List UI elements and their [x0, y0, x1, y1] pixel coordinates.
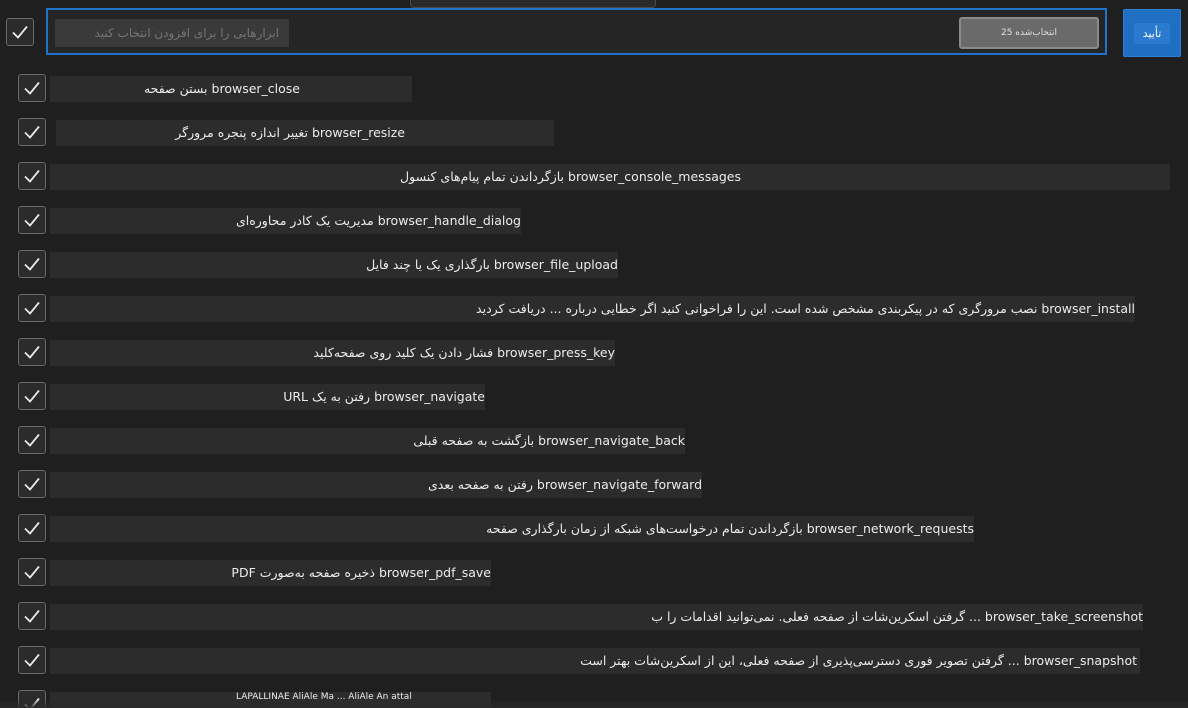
- checkmark-icon: [24, 301, 40, 315]
- tool-description: ... گرفتن اسکرین‌شات از صفحه فعلی. نمی‌ت…: [651, 609, 981, 624]
- tool-checkbox[interactable]: [18, 118, 46, 146]
- tool-checkbox[interactable]: [18, 426, 46, 454]
- drag-handle[interactable]: [410, 0, 656, 8]
- checkmark-icon: [24, 81, 40, 95]
- tool-description: رفتن به صفحه بعدی: [427, 477, 533, 492]
- checkmark-icon: [24, 345, 40, 359]
- tool-description: فشار دادن یک کلید روی صفحه‌کلید: [313, 345, 494, 360]
- checkmark-icon: [24, 521, 40, 535]
- tool-name: browser_close: [211, 81, 300, 96]
- checkmark-icon: [24, 125, 40, 139]
- select-all-checkbox[interactable]: [6, 18, 34, 46]
- tool-picker-page: 25 انتخاب‌شده تأیید بستن صفحه browser_cl…: [0, 0, 1188, 708]
- tool-description: بازگرداندن تمام درخواست‌های شبکه از زمان…: [486, 521, 803, 536]
- quick-pick-box: 25 انتخاب‌شده: [46, 8, 1107, 55]
- tool-description: بازگرداندن تمام پیام‌های کنسول: [400, 169, 565, 184]
- tool-label: تغییر اندازه پنجره مرورگر browser_resize: [175, 120, 405, 146]
- tool-name: browser_snapshot: [1023, 653, 1137, 668]
- tool-checkbox[interactable]: [18, 250, 46, 278]
- checkmark-icon: [24, 389, 40, 403]
- tool-description: بستن صفحه: [143, 81, 208, 96]
- ok-button-label: تأیید: [1133, 22, 1171, 44]
- tool-name: browser_handle_dialog: [377, 213, 521, 228]
- tool-checkbox[interactable]: [18, 206, 46, 234]
- tool-name: browser_take_screenshot: [984, 609, 1143, 624]
- tool-row[interactable]: فشار دادن یک کلید روی صفحه‌کلید browser_…: [0, 338, 1188, 368]
- tool-checkbox[interactable]: [18, 602, 46, 630]
- tool-checkbox[interactable]: [18, 162, 46, 190]
- tool-name: browser_pdf_save: [378, 565, 491, 580]
- ok-button[interactable]: تأیید: [1123, 9, 1181, 57]
- tool-name: browser_navigate: [374, 389, 485, 404]
- tool-row[interactable]: رفتن به یک URL browser_navigate: [0, 382, 1188, 412]
- tool-row[interactable]: ... گرفتن تصویر فوری دسترسی‌پذیری از صفح…: [0, 646, 1188, 676]
- tool-name: browser_press_key: [497, 345, 615, 360]
- tool-row[interactable]: رفتن به صفحه بعدی browser_navigate_forwa…: [0, 470, 1188, 500]
- tool-checkbox[interactable]: [18, 470, 46, 498]
- list-bottom-fade: [0, 700, 1188, 708]
- tool-description: بارگذاری یک یا چند فایل: [366, 257, 490, 272]
- tool-label: رفتن به یک URL browser_navigate: [283, 384, 485, 410]
- tool-label: بارگذاری یک یا چند فایل browser_file_upl…: [366, 252, 618, 278]
- tool-checkbox[interactable]: [18, 646, 46, 674]
- tool-name: browser_file_upload: [493, 257, 618, 272]
- checkmark-icon: [24, 169, 40, 183]
- tool-description: ... گرفتن تصویر فوری دسترسی‌پذیری از صفح…: [580, 653, 1020, 668]
- tool-row[interactable]: بازگشت به صفحه قبلی browser_navigate_bac…: [0, 426, 1188, 456]
- tool-name: browser_network_requests: [806, 521, 974, 536]
- tool-description: بازگشت به صفحه قبلی: [413, 433, 535, 448]
- tool-description: نصب مرورگری که در پیکربندی مشخص شده است.…: [476, 301, 1038, 316]
- checkmark-icon: [24, 565, 40, 579]
- checkmark-icon: [24, 477, 40, 491]
- tool-checkbox[interactable]: [18, 74, 46, 102]
- tool-label: ذخیره صفحه به‌صورت PDF browser_pdf_save: [231, 560, 491, 586]
- selected-count-badge: 25 انتخاب‌شده: [959, 17, 1099, 49]
- tool-name: browser_install: [1041, 301, 1135, 316]
- checkmark-icon: [24, 609, 40, 623]
- tool-description: رفتن به یک URL: [283, 389, 371, 404]
- tool-filter-input[interactable]: [55, 19, 289, 47]
- checkmark-icon: [24, 653, 40, 667]
- tool-checkbox[interactable]: [18, 338, 46, 366]
- tool-row[interactable]: بارگذاری یک یا چند فایل browser_file_upl…: [0, 250, 1188, 280]
- tool-row[interactable]: بازگرداندن تمام درخواست‌های شبکه از زمان…: [0, 514, 1188, 544]
- tool-row[interactable]: بازگرداندن تمام پیام‌های کنسول browser_c…: [0, 162, 1188, 192]
- tool-name: browser_resize: [311, 125, 405, 140]
- tool-row[interactable]: ... گرفتن اسکرین‌شات از صفحه فعلی. نمی‌ت…: [0, 602, 1188, 632]
- tool-checkbox[interactable]: [18, 514, 46, 542]
- tool-label: فشار دادن یک کلید روی صفحه‌کلید browser_…: [313, 340, 615, 366]
- tool-label: بازگرداندن تمام پیام‌های کنسول browser_c…: [400, 164, 741, 190]
- tool-checkbox[interactable]: [18, 558, 46, 586]
- tool-checkbox[interactable]: [18, 294, 46, 322]
- checkmark-icon: [12, 25, 28, 39]
- tool-label: نصب مرورگری که در پیکربندی مشخص شده است.…: [476, 296, 1135, 322]
- tool-label: ... گرفتن اسکرین‌شات از صفحه فعلی. نمی‌ت…: [651, 604, 1143, 630]
- checkmark-icon: [24, 433, 40, 447]
- tool-description: تغییر اندازه پنجره مرورگر: [175, 125, 308, 140]
- tool-name: browser_navigate_forward: [536, 477, 702, 492]
- tool-row[interactable]: نصب مرورگری که در پیکربندی مشخص شده است.…: [0, 294, 1188, 324]
- tool-row[interactable]: مدیریت یک کادر محاوره‌ای browser_handle_…: [0, 206, 1188, 236]
- tool-row[interactable]: تغییر اندازه پنجره مرورگر browser_resize: [0, 118, 1188, 148]
- checkmark-icon: [24, 257, 40, 271]
- tool-description: مدیریت یک کادر محاوره‌ای: [235, 213, 374, 228]
- tool-checkbox[interactable]: [18, 382, 46, 410]
- tool-name: browser_navigate_back: [538, 433, 685, 448]
- tool-name: browser_console_messages: [568, 169, 741, 184]
- tool-row[interactable]: بستن صفحه browser_close: [0, 74, 1188, 104]
- tool-label: رفتن به صفحه بعدی browser_navigate_forwa…: [428, 472, 702, 498]
- tool-label: مدیریت یک کادر محاوره‌ای browser_handle_…: [236, 208, 521, 234]
- tool-label: بازگرداندن تمام درخواست‌های شبکه از زمان…: [486, 516, 974, 542]
- checkmark-icon: [24, 213, 40, 227]
- tool-label: بازگشت به صفحه قبلی browser_navigate_bac…: [413, 428, 685, 454]
- tool-description: ذخیره صفحه به‌صورت PDF: [231, 565, 375, 580]
- tool-row[interactable]: ذخیره صفحه به‌صورت PDF browser_pdf_save: [0, 558, 1188, 588]
- tool-label: بستن صفحه browser_close: [144, 76, 300, 102]
- tool-label: ... گرفتن تصویر فوری دسترسی‌پذیری از صفح…: [580, 648, 1137, 674]
